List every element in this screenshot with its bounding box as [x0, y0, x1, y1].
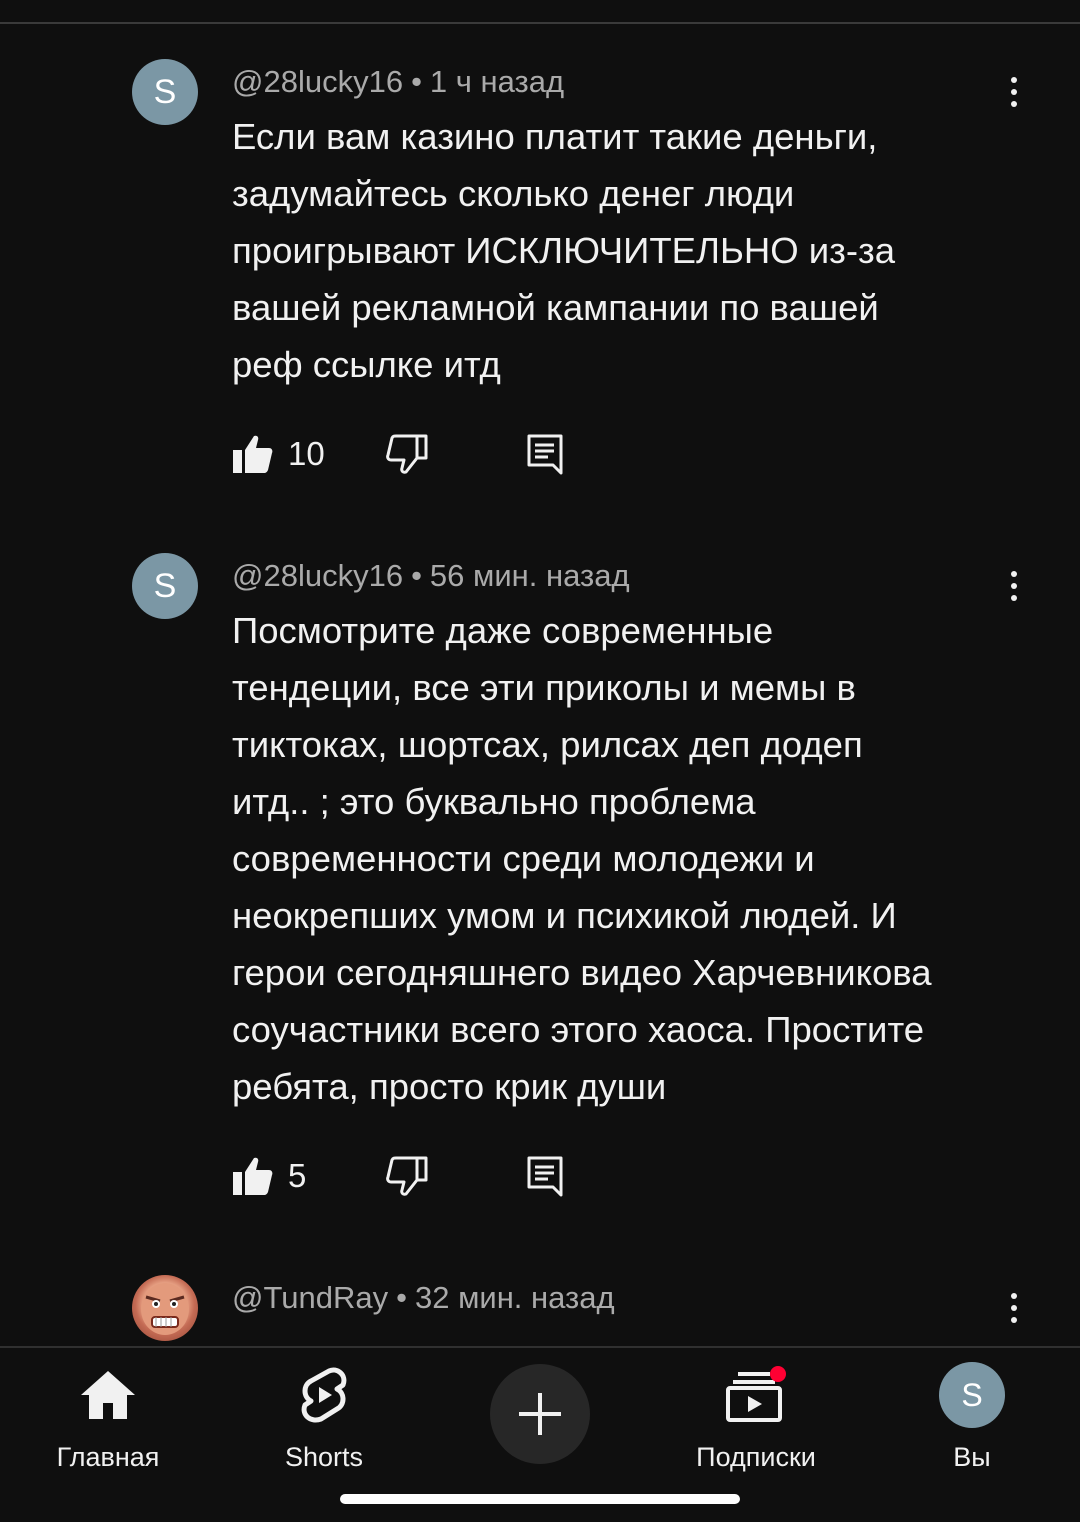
comment-time: 32 мин. назад [414, 1280, 615, 1315]
nav-subscriptions[interactable]: Подписки [648, 1360, 864, 1480]
comment-text: Посмотрите даже современные тендеции, вс… [232, 610, 932, 1107]
dislike-button[interactable] [386, 432, 428, 476]
like-button[interactable]: 10 [232, 432, 325, 476]
home-indicator-bar[interactable] [340, 1494, 740, 1504]
nav-you-label: Вы [953, 1442, 991, 1472]
comments-screen: S @28lucky16 • 1 ч назад Если вам казино п… [0, 0, 1080, 1522]
nav-you[interactable]: S Вы [864, 1360, 1080, 1480]
comments-feed[interactable]: S @28lucky16 • 1 ч назад Если вам казино п… [0, 24, 1080, 1346]
comment-meta: @28lucky16 • 1 ч назад [232, 64, 564, 100]
thumbs-up-icon [233, 435, 273, 473]
comment-meta: @28lucky16 • 56 мин. назад [232, 558, 630, 594]
reply-comment-icon [527, 434, 563, 475]
reply-comment-icon [527, 1156, 563, 1197]
comment-time: 56 мин. назад [429, 558, 630, 593]
home-icon [81, 1371, 135, 1419]
thumbs-up-icon [233, 1157, 273, 1195]
meta-separator: • [396, 1280, 407, 1315]
nav-shorts-label: Shorts [284, 1442, 364, 1472]
subscriptions-icon [726, 1366, 786, 1422]
comment-author[interactable]: @28lucky16 [232, 558, 403, 593]
nav-home-label: Главная [56, 1442, 160, 1472]
nav-shorts[interactable]: Shorts [216, 1360, 432, 1480]
thumbs-down-icon [386, 1156, 428, 1196]
like-button[interactable]: 5 [232, 1154, 306, 1198]
meta-separator: • [411, 64, 422, 99]
nav-subscriptions-label: Подписки [696, 1442, 816, 1472]
plus-icon [519, 1393, 561, 1435]
comment-text: Если вам казино платит такие деньги, зад… [232, 116, 896, 385]
comment-actions: 10 [232, 432, 1032, 476]
thumbs-down-icon [386, 434, 428, 474]
comment-actions: 5 [232, 1154, 1032, 1198]
meta-separator: • [411, 558, 422, 593]
like-count: 5 [288, 1157, 307, 1194]
comment-time: 1 ч назад [429, 64, 565, 99]
avatar[interactable]: S [132, 553, 198, 619]
avatar[interactable] [132, 1275, 198, 1341]
avatar-face-image [141, 1283, 189, 1335]
more-options-icon[interactable] [996, 1286, 1032, 1330]
create-button[interactable] [490, 1364, 590, 1464]
dislike-button[interactable] [386, 1154, 428, 1198]
notification-dot [770, 1366, 786, 1382]
comment-meta: @TundRay • 32 мин. назад [232, 1280, 615, 1316]
shorts-icon [301, 1367, 347, 1423]
comment-author[interactable]: @28lucky16 [232, 64, 403, 99]
avatar[interactable]: S [132, 59, 198, 125]
reply-button[interactable] [526, 432, 564, 476]
comment-author[interactable]: @TundRay [232, 1280, 388, 1315]
nav-home[interactable]: Главная [0, 1360, 216, 1480]
profile-avatar: S [939, 1362, 1005, 1428]
like-count: 10 [288, 435, 325, 472]
reply-button[interactable] [526, 1154, 564, 1198]
